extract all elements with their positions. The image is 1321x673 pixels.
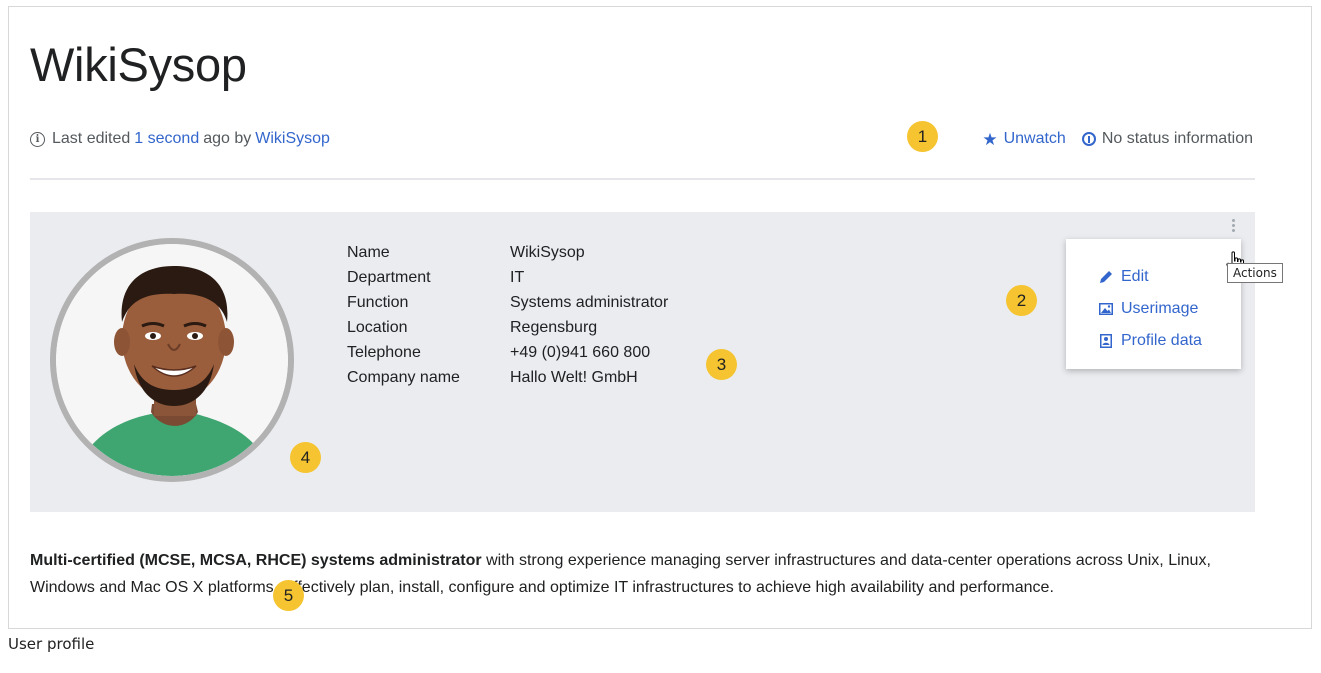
menu-item-profile-data[interactable]: Profile data bbox=[1098, 325, 1241, 357]
last-edited-middle: ago by bbox=[203, 130, 252, 147]
status-info-icon[interactable] bbox=[1081, 132, 1096, 146]
field-value-function: Systems administrator bbox=[510, 294, 669, 311]
profile-field-row: Location Regensburg bbox=[347, 315, 668, 340]
edit-time-link[interactable]: 1 second bbox=[134, 130, 199, 148]
profile-field-row: Department IT bbox=[347, 265, 668, 290]
info-icon: i bbox=[30, 131, 45, 147]
kebab-dot bbox=[1231, 224, 1235, 227]
field-value-company: Hallo Welt! GmbH bbox=[510, 369, 638, 386]
description-bold: Multi-certified (MCSE, MCSA, RHCE) syste… bbox=[30, 552, 482, 569]
page-title: WikiSysop bbox=[30, 38, 247, 91]
callout-badge-3: 3 bbox=[706, 349, 737, 380]
field-value-location: Regensburg bbox=[510, 319, 598, 336]
unwatch-link[interactable]: Unwatch bbox=[1004, 130, 1066, 148]
image-caption: User profile bbox=[8, 635, 95, 653]
profile-description: Multi-certified (MCSE, MCSA, RHCE) syste… bbox=[30, 547, 1260, 601]
field-label-function: Function bbox=[347, 294, 409, 311]
field-label-name: Name bbox=[347, 244, 390, 261]
field-label-company: Company name bbox=[347, 369, 460, 386]
avatar[interactable] bbox=[50, 238, 294, 482]
profile-field-row: Function Systems administrator bbox=[347, 290, 668, 315]
field-value-department: IT bbox=[510, 269, 525, 286]
field-label-location: Location bbox=[347, 319, 408, 336]
field-label-telephone: Telephone bbox=[347, 344, 421, 361]
profile-card-icon bbox=[1100, 334, 1112, 348]
callout-badge-2: 2 bbox=[1006, 285, 1037, 316]
field-value-telephone: +49 (0)941 660 800 bbox=[510, 344, 651, 361]
avatar-photo bbox=[56, 244, 288, 476]
page-tools: ★ Unwatch No status information bbox=[982, 130, 1253, 148]
field-label-department: Department bbox=[347, 269, 431, 286]
image-icon bbox=[1099, 303, 1113, 315]
star-icon[interactable]: ★ bbox=[982, 131, 997, 148]
actions-dropdown: Edit Userimage Profile data bbox=[1066, 239, 1241, 369]
last-edited-line: i Last edited 1 second ago by WikiSysop bbox=[30, 130, 330, 148]
menu-item-edit[interactable]: Edit bbox=[1098, 261, 1241, 293]
callout-badge-4: 4 bbox=[290, 442, 321, 473]
menu-item-label: Edit bbox=[1121, 268, 1149, 285]
header-divider bbox=[30, 178, 1255, 180]
screenshot-frame: WikiSysop i Last edited 1 second ago by … bbox=[8, 6, 1312, 629]
profile-fields: Name WikiSysop Department IT Function Sy… bbox=[347, 240, 668, 390]
kebab-dot bbox=[1231, 219, 1235, 222]
menu-item-userimage[interactable]: Userimage bbox=[1098, 293, 1241, 325]
field-value-name: WikiSysop bbox=[510, 244, 585, 261]
menu-item-label: Userimage bbox=[1121, 300, 1199, 317]
profile-field-row: Company name Hallo Welt! GmbH bbox=[347, 365, 668, 390]
author-link[interactable]: WikiSysop bbox=[255, 130, 330, 148]
actions-tooltip: Actions bbox=[1227, 263, 1283, 283]
menu-item-label: Profile data bbox=[1121, 332, 1202, 349]
callout-badge-1: 1 bbox=[907, 121, 938, 152]
status-text: No status information bbox=[1101, 130, 1253, 147]
person-photo-icon bbox=[56, 244, 288, 476]
kebab-dot bbox=[1231, 229, 1235, 232]
profile-field-row: Name WikiSysop bbox=[347, 240, 668, 265]
last-edited-prefix: Last edited bbox=[52, 130, 131, 147]
pencil-icon bbox=[1100, 271, 1112, 283]
callout-badge-5: 5 bbox=[273, 580, 304, 611]
profile-field-row: Telephone +49 (0)941 660 800 bbox=[347, 340, 668, 365]
actions-menu-button[interactable] bbox=[1230, 219, 1236, 233]
